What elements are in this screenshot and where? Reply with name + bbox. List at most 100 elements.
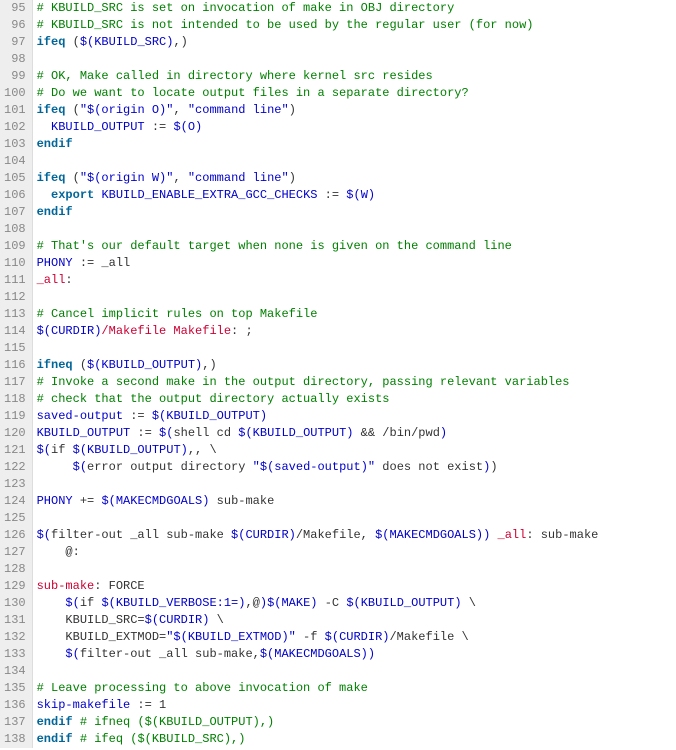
token-var: skip-makefile bbox=[37, 698, 131, 712]
token-var: $(CURDIR) bbox=[145, 613, 210, 627]
line-number: 117 bbox=[4, 374, 26, 391]
code-line: $(filter-out _all sub-make $(CURDIR)/Mak… bbox=[37, 527, 676, 544]
token-var: ) bbox=[260, 596, 267, 610]
token-txt: : FORCE bbox=[94, 579, 144, 593]
token-txt bbox=[37, 596, 66, 610]
token-var: $(CURDIR) bbox=[231, 528, 296, 542]
token-cmt: # ifeq ($(KBUILD_SRC),) bbox=[80, 732, 246, 746]
code-line: $(if $(KBUILD_VERBOSE:1=),@)$(MAKE) -C $… bbox=[37, 595, 676, 612]
token-var: $(W) bbox=[346, 188, 375, 202]
token-str: "$(KBUILD_EXTMOD)" bbox=[166, 630, 296, 644]
line-number: 110 bbox=[4, 255, 26, 272]
code-line bbox=[37, 663, 676, 680]
token-txt bbox=[37, 647, 66, 661]
token-txt: ,) bbox=[173, 35, 187, 49]
line-number: 106 bbox=[4, 187, 26, 204]
token-txt: ( bbox=[73, 35, 80, 49]
code-line: # check that the output directory actual… bbox=[37, 391, 676, 408]
token-var: $( bbox=[37, 528, 51, 542]
line-number: 98 bbox=[4, 51, 26, 68]
token-txt: does not exist bbox=[375, 460, 483, 474]
line-number: 118 bbox=[4, 391, 26, 408]
token-txt: \ bbox=[209, 613, 223, 627]
token-txt: ,@ bbox=[245, 596, 259, 610]
line-number: 135 bbox=[4, 680, 26, 697]
code-editor: 9596979899100101102103104105106107108109… bbox=[0, 0, 676, 748]
token-kw: endif bbox=[37, 715, 73, 729]
code-line: $(CURDIR)/Makefile Makefile: ; bbox=[37, 323, 676, 340]
code-line: PHONY += $(MAKECMDGOALS) sub-make bbox=[37, 493, 676, 510]
line-number: 133 bbox=[4, 646, 26, 663]
token-cmt: # Invoke a second make in the output dir… bbox=[37, 375, 570, 389]
line-number: 108 bbox=[4, 221, 26, 238]
token-txt bbox=[37, 120, 51, 134]
token-txt bbox=[73, 732, 80, 746]
token-kw: export bbox=[51, 188, 101, 202]
line-number: 132 bbox=[4, 629, 26, 646]
token-txt: ,) bbox=[202, 358, 216, 372]
token-var: ) bbox=[440, 426, 447, 440]
code-line bbox=[37, 153, 676, 170]
line-number: 126 bbox=[4, 527, 26, 544]
token-cmt: # check that the output directory actual… bbox=[37, 392, 390, 406]
token-txt: ( bbox=[80, 358, 87, 372]
code-line: $(filter-out _all sub-make,$(MAKECMDGOAL… bbox=[37, 646, 676, 663]
token-kw: ifeq bbox=[37, 103, 73, 117]
token-var: $( bbox=[159, 426, 173, 440]
token-txt: \ bbox=[462, 596, 476, 610]
code-line: KBUILD_OUTPUT := $(O) bbox=[37, 119, 676, 136]
token-tgt: sub-make bbox=[37, 579, 95, 593]
code-line: saved-output := $(KBUILD_OUTPUT) bbox=[37, 408, 676, 425]
line-number: 102 bbox=[4, 119, 26, 136]
code-line: KBUILD_OUTPUT := $(shell cd $(KBUILD_OUT… bbox=[37, 425, 676, 442]
line-number: 105 bbox=[4, 170, 26, 187]
line-number: 121 bbox=[4, 442, 26, 459]
line-number: 137 bbox=[4, 714, 26, 731]
line-number: 122 bbox=[4, 459, 26, 476]
line-number: 115 bbox=[4, 340, 26, 357]
token-txt: , bbox=[173, 171, 187, 185]
line-number: 107 bbox=[4, 204, 26, 221]
token-txt: ) bbox=[289, 103, 296, 117]
token-txt: sub-make bbox=[209, 494, 274, 508]
line-number: 95 bbox=[4, 0, 26, 17]
line-number: 112 bbox=[4, 289, 26, 306]
code-content[interactable]: # KBUILD_SRC is set on invocation of mak… bbox=[33, 0, 676, 748]
token-txt: -C bbox=[318, 596, 347, 610]
token-str: "$(saved-output)" bbox=[253, 460, 375, 474]
token-txt: ) bbox=[490, 460, 497, 474]
token-str: "$(origin W)" bbox=[80, 171, 174, 185]
token-var: $( bbox=[37, 443, 51, 457]
token-txt bbox=[37, 460, 73, 474]
token-txt: ,, \ bbox=[188, 443, 217, 457]
code-line: # That's our default target when none is… bbox=[37, 238, 676, 255]
token-var: $(CURDIR) bbox=[325, 630, 390, 644]
token-txt: := bbox=[145, 120, 174, 134]
token-var: $(O) bbox=[173, 120, 202, 134]
token-str: "$(origin O)" bbox=[80, 103, 174, 117]
token-var: $(KBUILD_OUTPUT) bbox=[152, 409, 267, 423]
token-cmt: # Leave processing to above invocation o… bbox=[37, 681, 368, 695]
token-str: "command line" bbox=[188, 103, 289, 117]
token-txt: : sub-make bbox=[526, 528, 598, 542]
line-number: 114 bbox=[4, 323, 26, 340]
token-txt: && /bin/pwd bbox=[353, 426, 439, 440]
code-line: endif # ifneq ($(KBUILD_OUTPUT),) bbox=[37, 714, 676, 731]
token-txt: ( bbox=[73, 171, 80, 185]
token-txt: @: bbox=[37, 545, 80, 559]
code-line: KBUILD_EXTMOD="$(KBUILD_EXTMOD)" -f $(CU… bbox=[37, 629, 676, 646]
token-var: KBUILD_OUTPUT bbox=[37, 426, 131, 440]
line-number: 103 bbox=[4, 136, 26, 153]
token-kw: endif bbox=[37, 732, 73, 746]
token-txt: filter-out _all sub-make bbox=[51, 528, 231, 542]
token-var: KBUILD_OUTPUT bbox=[51, 120, 145, 134]
line-number: 124 bbox=[4, 493, 26, 510]
token-txt: /Makefile \ bbox=[389, 630, 468, 644]
line-number: 134 bbox=[4, 663, 26, 680]
line-number: 101 bbox=[4, 102, 26, 119]
token-str: "command line" bbox=[188, 171, 289, 185]
token-var: $(CURDIR) bbox=[37, 324, 102, 338]
line-number: 130 bbox=[4, 595, 26, 612]
token-txt: filter-out _all sub-make, bbox=[80, 647, 260, 661]
token-var: $(MAKECMDGOALS) bbox=[375, 528, 483, 542]
